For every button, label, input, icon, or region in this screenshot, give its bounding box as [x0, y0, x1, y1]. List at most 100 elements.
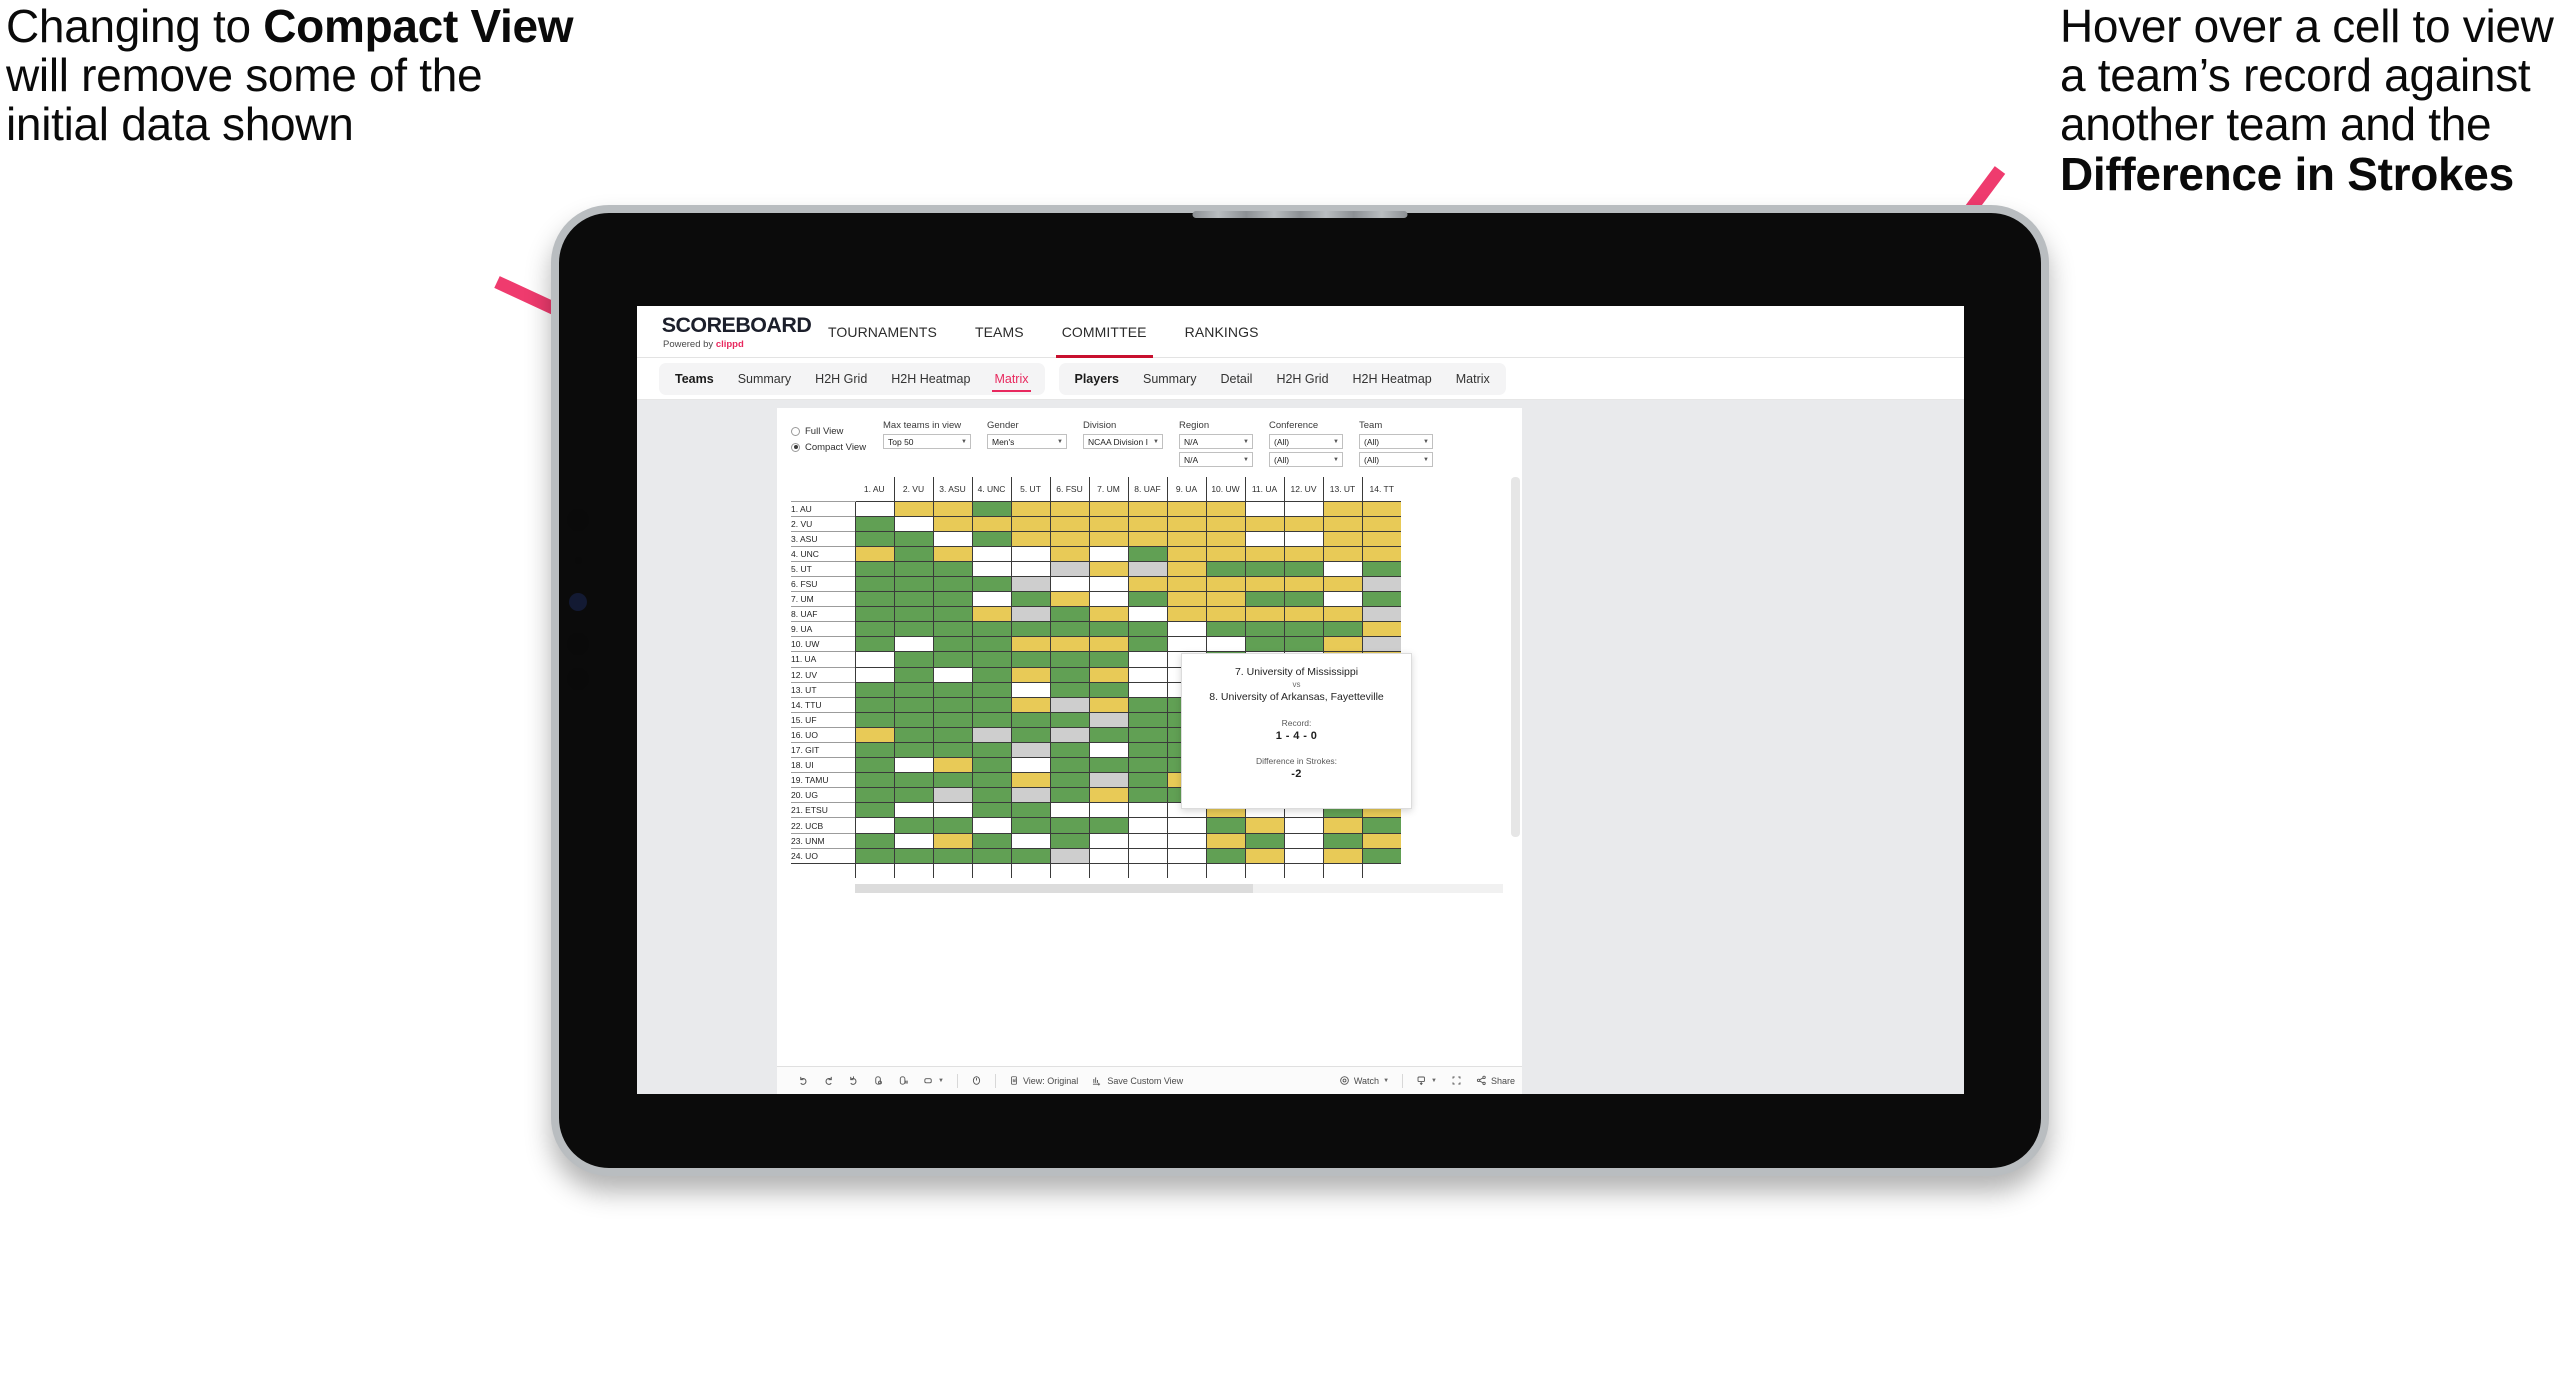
matrix-cell[interactable] [932, 636, 972, 652]
nav-teams[interactable]: TEAMS [956, 306, 1043, 358]
matrix-cell[interactable] [1361, 636, 1401, 652]
radio-compact-view-dot[interactable] [791, 442, 800, 452]
matrix-cell[interactable] [1010, 817, 1050, 834]
matrix-cell[interactable] [1049, 530, 1089, 547]
matrix-cell[interactable] [1322, 500, 1362, 517]
device-button-volume-down[interactable] [567, 668, 589, 690]
matrix-cell[interactable] [893, 741, 933, 758]
matrix-cell[interactable] [1322, 832, 1362, 849]
matrix-cell[interactable] [1088, 832, 1128, 849]
matrix-cell[interactable] [971, 530, 1011, 547]
matrix-cell[interactable] [1205, 636, 1245, 652]
matrix-cell[interactable] [1205, 560, 1245, 577]
matrix-cell[interactable] [1205, 847, 1245, 864]
matrix-cell[interactable] [1088, 817, 1128, 834]
matrix-cell[interactable] [1322, 636, 1362, 652]
matrix-cell[interactable] [932, 802, 972, 818]
filter-conference-select-2[interactable]: (All) ▼ [1269, 452, 1343, 467]
matrix-cell[interactable] [1088, 787, 1128, 803]
matrix-cell[interactable] [854, 575, 894, 592]
matrix-cell[interactable] [1010, 621, 1050, 637]
matrix-cell[interactable] [1088, 726, 1128, 743]
matrix-cell[interactable] [1010, 726, 1050, 743]
matrix-cell[interactable] [1127, 696, 1167, 713]
matrix-cell[interactable] [1049, 515, 1089, 532]
matrix-cell[interactable] [1049, 817, 1089, 834]
matrix-cell[interactable] [1127, 711, 1167, 728]
brand-logo[interactable]: SCOREBOARD Powered by clippd [662, 314, 812, 350]
matrix-cell[interactable] [1088, 621, 1128, 637]
matrix-cell[interactable] [1127, 726, 1167, 743]
nav-tournaments[interactable]: TOURNAMENTS [809, 306, 956, 358]
matrix-cell[interactable] [1049, 606, 1089, 622]
matrix-cell[interactable] [1361, 545, 1401, 562]
matrix-cell[interactable] [1049, 696, 1089, 713]
matrix-cell[interactable] [971, 681, 1011, 698]
matrix-cell[interactable] [971, 847, 1011, 864]
matrix-cell[interactable] [854, 530, 894, 547]
redo-button[interactable] [816, 1067, 841, 1095]
matrix-cell[interactable] [893, 832, 933, 849]
matrix-cell[interactable] [1010, 787, 1050, 803]
matrix-cell[interactable] [893, 621, 933, 637]
matrix-cell[interactable] [932, 545, 972, 562]
matrix-cell[interactable] [1283, 530, 1323, 547]
matrix-cell[interactable] [1244, 621, 1284, 637]
radio-compact-view[interactable]: Compact View [791, 439, 883, 455]
matrix-cell[interactable] [1127, 757, 1167, 773]
matrix-cell[interactable] [854, 817, 894, 834]
matrix-cell[interactable] [1010, 847, 1050, 864]
matrix-cell[interactable] [893, 802, 933, 818]
matrix-cell[interactable] [893, 591, 933, 607]
matrix-cell[interactable] [893, 560, 933, 577]
matrix-cell[interactable] [1010, 530, 1050, 547]
matrix-cell[interactable] [1049, 621, 1089, 637]
matrix-cell[interactable] [1361, 515, 1401, 532]
tab-teams-h2h-grid[interactable]: H2H Grid [803, 363, 879, 395]
matrix-cell[interactable] [1010, 666, 1050, 683]
matrix-cell[interactable] [932, 787, 972, 803]
matrix-cell[interactable] [971, 757, 1011, 773]
matrix-cell[interactable] [854, 726, 894, 743]
matrix-cell[interactable] [893, 726, 933, 743]
matrix-cell[interactable] [932, 575, 972, 592]
filter-region-select-2[interactable]: N/A ▼ [1179, 452, 1253, 467]
matrix-cell[interactable] [971, 832, 1011, 849]
matrix-cell[interactable] [1010, 545, 1050, 562]
matrix-cell[interactable] [893, 772, 933, 788]
matrix-cell[interactable] [1361, 606, 1401, 622]
matrix-cell[interactable] [1283, 817, 1323, 834]
matrix-cell[interactable] [1205, 530, 1245, 547]
matrix-cell[interactable] [1010, 515, 1050, 532]
matrix-cell[interactable] [1166, 530, 1206, 547]
matrix-cell[interactable] [1283, 847, 1323, 864]
matrix-cell[interactable] [1244, 560, 1284, 577]
matrix-cell[interactable] [854, 621, 894, 637]
matrix-cell[interactable] [1127, 636, 1167, 652]
matrix-cell[interactable] [893, 757, 933, 773]
matrix-cell[interactable] [1010, 681, 1050, 698]
matrix-cell[interactable] [971, 636, 1011, 652]
matrix-cell[interactable] [1127, 741, 1167, 758]
matrix-cell[interactable] [1088, 591, 1128, 607]
matrix-cell[interactable] [971, 787, 1011, 803]
matrix-cell[interactable] [1049, 711, 1089, 728]
matrix-cell[interactable] [854, 802, 894, 818]
matrix-cell[interactable] [1283, 575, 1323, 592]
matrix-cell[interactable] [1322, 621, 1362, 637]
nav-committee[interactable]: COMMITTEE [1043, 306, 1166, 358]
matrix-cell[interactable] [1127, 560, 1167, 577]
matrix-cell[interactable] [932, 772, 972, 788]
matrix-cell[interactable] [971, 575, 1011, 592]
matrix-cell[interactable] [1010, 711, 1050, 728]
matrix-cell[interactable] [1127, 802, 1167, 818]
matrix-cell[interactable] [1166, 621, 1206, 637]
matrix-cell[interactable] [1127, 651, 1167, 668]
matrix-cell[interactable] [1088, 545, 1128, 562]
device-button-volume-up[interactable] [567, 633, 589, 655]
matrix-cell[interactable] [971, 591, 1011, 607]
matrix-cell[interactable] [1166, 575, 1206, 592]
matrix-cell[interactable] [932, 530, 972, 547]
matrix-cell[interactable] [1127, 621, 1167, 637]
matrix-cell[interactable] [1127, 575, 1167, 592]
